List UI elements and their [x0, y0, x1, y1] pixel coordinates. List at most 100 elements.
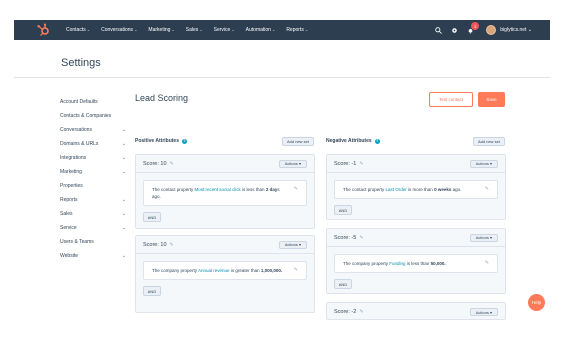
score-label: Score: -2 ✎	[334, 309, 364, 315]
score-label: Score: -5 ✎	[334, 234, 364, 241]
nav-right-tools: 3 biglytics.net ⌄	[426, 20, 532, 40]
pencil-icon[interactable]: ✎	[170, 242, 174, 248]
add-new-set-button[interactable]: Add new set	[473, 137, 506, 146]
pencil-icon[interactable]: ✎	[485, 260, 489, 267]
chevron-down-icon: ⌄	[121, 127, 126, 133]
and-button[interactable]: AND	[143, 212, 161, 222]
card-body: The company property Annual revenue is g…	[136, 254, 314, 303]
chevron-down-icon: ⌄	[199, 27, 203, 32]
chevron-down-icon: ⌄	[86, 27, 91, 32]
account-menu[interactable]: biglytics.net ⌄	[500, 27, 532, 33]
actions-dropdown[interactable]: Actions ▾	[469, 233, 498, 242]
chevron-down-icon: ⌄	[121, 225, 126, 231]
sidebar-item-domains-urls[interactable]: Domains & URLs ⌄	[60, 137, 126, 151]
score-label: Score: -1 ✎	[334, 160, 364, 167]
criteria-text: The company property Funding is less tha…	[334, 254, 498, 273]
nav-item-marketing[interactable]: Marketing⌄	[148, 27, 174, 33]
notifications-bell-icon[interactable]: 3	[466, 22, 480, 34]
chevron-down-icon: ⌄	[121, 141, 126, 147]
nav-item-reports[interactable]: Reports⌄	[286, 27, 308, 33]
and-button[interactable]: AND	[334, 279, 352, 289]
sidebar-item-integrations[interactable]: Integrations ⌄	[60, 151, 126, 165]
pencil-icon[interactable]: ✎	[359, 235, 363, 241]
pencil-icon[interactable]: ✎	[294, 267, 298, 274]
and-button[interactable]: AND	[334, 205, 352, 215]
page-title: Settings	[61, 57, 101, 69]
pencil-icon[interactable]: ✎	[170, 161, 174, 167]
score-label: Score: 10 ✎	[143, 160, 174, 167]
sidebar-item-reports[interactable]: Reports ⌄	[60, 193, 126, 207]
actions-dropdown[interactable]: Actions ▾	[278, 159, 307, 168]
pencil-icon[interactable]: ✎	[294, 186, 298, 193]
notification-badge: 3	[471, 22, 480, 30]
sidebar-item-properties[interactable]: Properties	[60, 179, 126, 193]
nav-item-service[interactable]: Service⌄	[214, 27, 235, 33]
negative-score-card: Score: -1 ✎ Actions ▾ The contact propert…	[326, 154, 506, 220]
card-body: The contact property Last Order is more …	[327, 173, 505, 222]
chevron-down-icon: ⌄	[134, 27, 138, 32]
top-navigation-bar: Contacts⌄ Conversations⌄ Marketing⌄ Sale…	[14, 20, 550, 40]
actions-dropdown[interactable]: Actions ▾	[469, 159, 498, 168]
property-link[interactable]: Funding	[389, 261, 405, 266]
pencil-icon[interactable]: ✎	[359, 309, 363, 315]
nav-item-automation[interactable]: Automation⌄	[246, 27, 276, 33]
chevron-down-icon: ⌄	[121, 169, 126, 175]
negative-score-card: Score: -2 ✎ Actions ▾	[326, 302, 506, 320]
and-button[interactable]: AND	[143, 286, 161, 296]
criteria-text: The company property Annual revenue is g…	[143, 261, 307, 280]
sidebar-item-users-teams[interactable]: Users & Teams	[60, 235, 126, 249]
avatar[interactable]	[486, 25, 497, 35]
chevron-down-icon: ⌄	[121, 211, 126, 217]
gear-icon[interactable]	[450, 26, 458, 34]
actions-dropdown[interactable]: Actions ▾	[278, 240, 307, 249]
nav-menu: Contacts⌄ Conversations⌄ Marketing⌄ Sale…	[66, 27, 319, 33]
pencil-icon[interactable]: ✎	[485, 186, 489, 193]
property-link[interactable]: Last Order	[386, 187, 407, 192]
negative-score-card: Score: -5 ✎ Actions ▾ The company propert…	[326, 228, 506, 294]
criteria-text: The contact property Last Order is more …	[334, 180, 498, 199]
pencil-icon[interactable]: ✎	[359, 161, 363, 167]
add-new-set-button[interactable]: Add new set	[282, 137, 315, 146]
sidebar-item-sales[interactable]: Sales ⌄	[60, 207, 126, 221]
score-label: Score: 10 ✎	[143, 241, 174, 248]
card-header: Score: -5 ✎ Actions ▾	[327, 229, 505, 247]
info-icon[interactable]: ?	[182, 138, 187, 144]
chevron-down-icon: ⌄	[271, 27, 276, 32]
negative-attributes-label: Negative Attributes	[326, 138, 372, 144]
sidebar-item-service[interactable]: Service ⌄	[60, 221, 126, 235]
positive-attributes-heading: Positive Attributes ?	[135, 138, 187, 144]
chevron-down-icon: ⌄	[121, 197, 126, 203]
chevron-down-icon: ⌄	[121, 253, 126, 259]
criteria-text: The contact property Most recent social …	[143, 180, 307, 206]
test-contact-button[interactable]: Test contact	[429, 92, 473, 107]
card-header: Score: 10 ✎ Actions ▾	[136, 155, 314, 173]
search-icon[interactable]	[434, 26, 442, 34]
divider	[14, 77, 550, 78]
sidebar-item-contacts-companies[interactable]: Contacts & Companies	[60, 109, 126, 123]
card-header: Score: 10 ✎ Actions ▾	[136, 236, 314, 254]
hubspot-logo-icon[interactable]	[36, 23, 54, 37]
positive-score-card: Score: 10 ✎ Actions ▾ The company propert…	[135, 235, 315, 313]
property-link[interactable]: Annual revenue	[198, 268, 230, 273]
section-title: Lead Scoring	[135, 93, 189, 103]
positive-attributes-label: Positive Attributes	[135, 138, 179, 144]
property-link[interactable]: Most recent social click	[195, 187, 241, 192]
positive-score-card: Score: 10 ✎ Actions ▾ The contact propert…	[135, 154, 315, 229]
nav-item-contacts[interactable]: Contacts⌄	[66, 27, 90, 33]
sidebar-item-website[interactable]: Website ⌄	[60, 249, 126, 263]
save-button[interactable]: Save	[478, 92, 505, 107]
sidebar-item-account-defaults[interactable]: Account Defaults	[60, 95, 126, 109]
nav-item-sales[interactable]: Sales⌄	[186, 27, 203, 33]
nav-item-conversations[interactable]: Conversations⌄	[101, 27, 137, 33]
sidebar-item-marketing[interactable]: Marketing ⌄	[60, 165, 126, 179]
chevron-down-icon: ⌄	[121, 155, 126, 161]
chevron-down-icon: ⌄	[304, 27, 309, 32]
help-button[interactable]: Help	[528, 294, 545, 311]
card-body: The contact property Most recent social …	[136, 173, 314, 229]
actions-dropdown[interactable]: Actions ▾	[469, 308, 498, 316]
chevron-down-icon: ⌄	[171, 27, 175, 32]
info-icon[interactable]: ?	[374, 138, 380, 144]
card-header: Score: -1 ✎ Actions ▾	[327, 155, 505, 173]
sidebar-item-conversations[interactable]: Conversations ⌄	[60, 123, 126, 137]
card-body: The company property Funding is less tha…	[327, 247, 505, 296]
